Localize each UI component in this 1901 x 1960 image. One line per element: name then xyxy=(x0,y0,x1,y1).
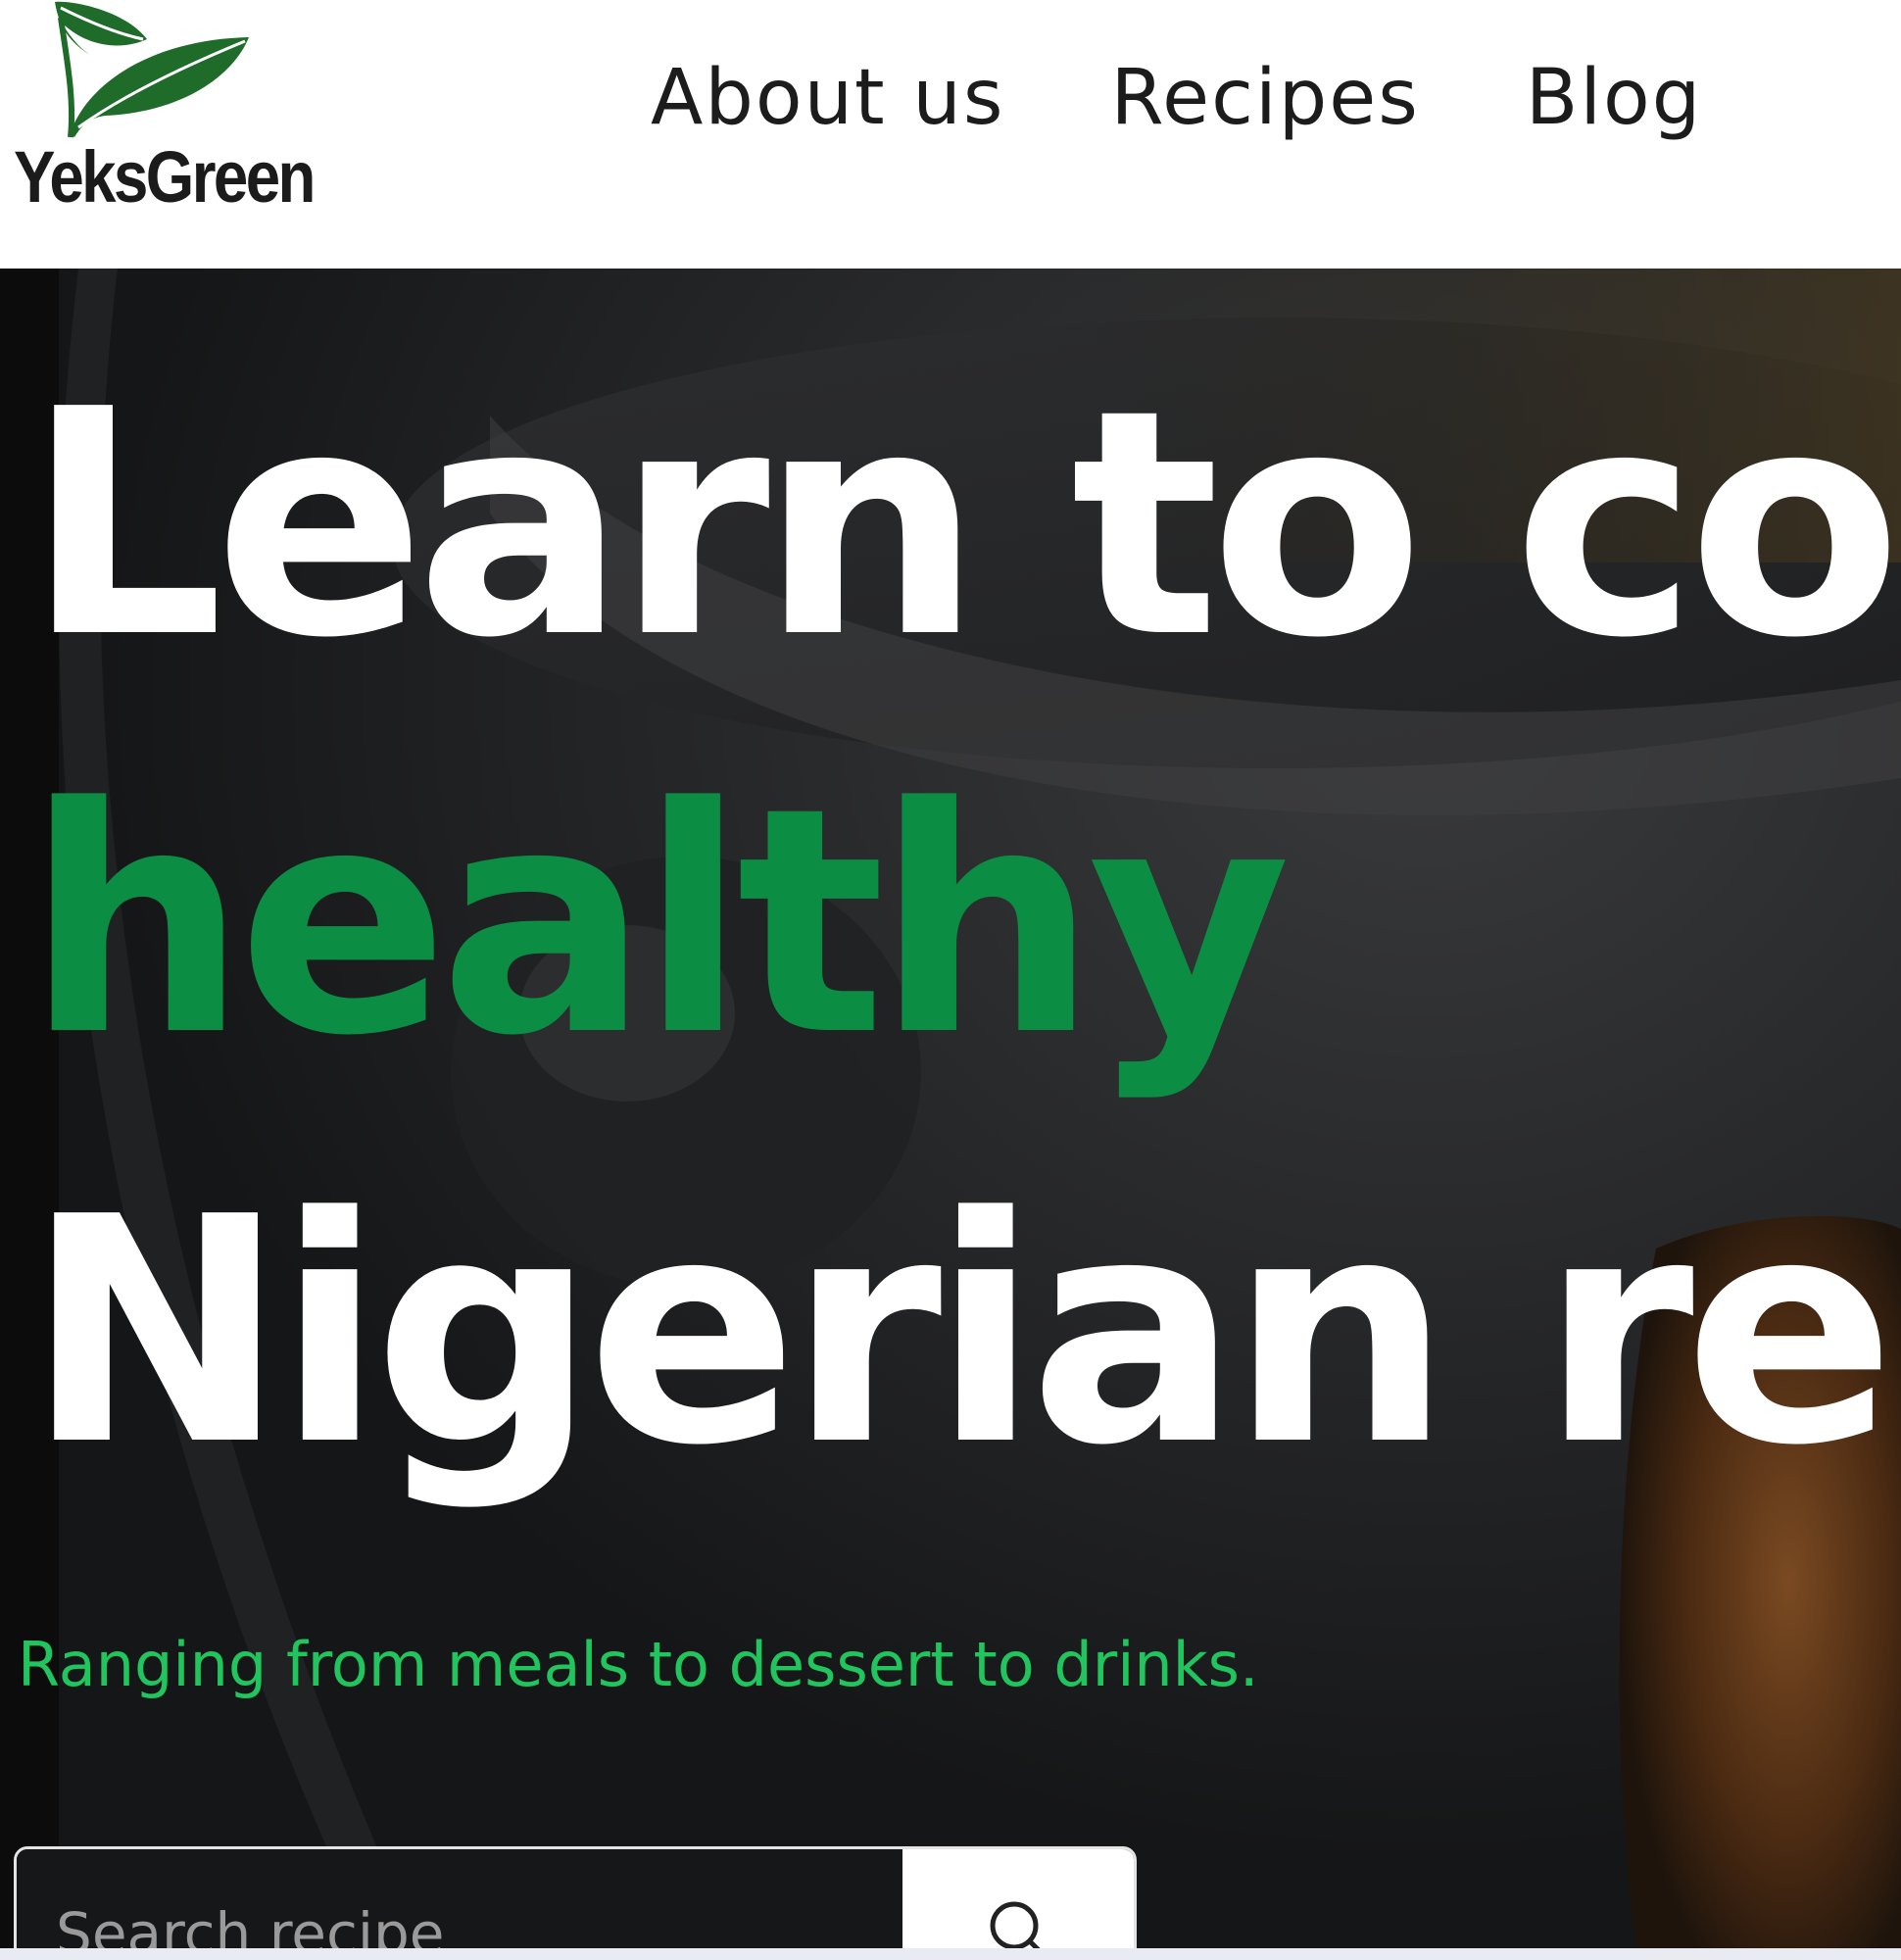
hero-section: Learn to co healthy Nigerian re Ranging … xyxy=(0,269,1901,1948)
site-header: YeksGreen About us Recipes Blog xyxy=(0,0,1901,269)
recipe-search-form xyxy=(14,1846,1137,1948)
hero-headline-line-3: Nigerian re xyxy=(25,1151,1895,1513)
hero-subtext: Ranging from meals to dessert to drinks. xyxy=(18,1629,1259,1700)
leaves-icon xyxy=(55,1,249,138)
nav-item-recipes[interactable]: Recipes xyxy=(1110,54,1419,142)
hero-headline-highlight: healthy xyxy=(25,741,1291,1103)
search-button[interactable] xyxy=(902,1849,1134,1948)
page-viewport: YeksGreen About us Recipes Blog Learn to… xyxy=(0,0,1901,1948)
search-input[interactable] xyxy=(17,1849,902,1948)
nav-item-blog[interactable]: Blog xyxy=(1526,54,1702,142)
hero-headline-line-1: Learn to co xyxy=(25,343,1901,706)
search-icon xyxy=(990,1901,1041,1948)
brand-logo[interactable]: YeksGreen xyxy=(10,0,372,218)
brand-name: YeksGreen xyxy=(14,136,316,218)
nav-item-about-us[interactable]: About us xyxy=(651,54,1004,142)
main-nav: About us Recipes Blog xyxy=(651,49,1808,147)
